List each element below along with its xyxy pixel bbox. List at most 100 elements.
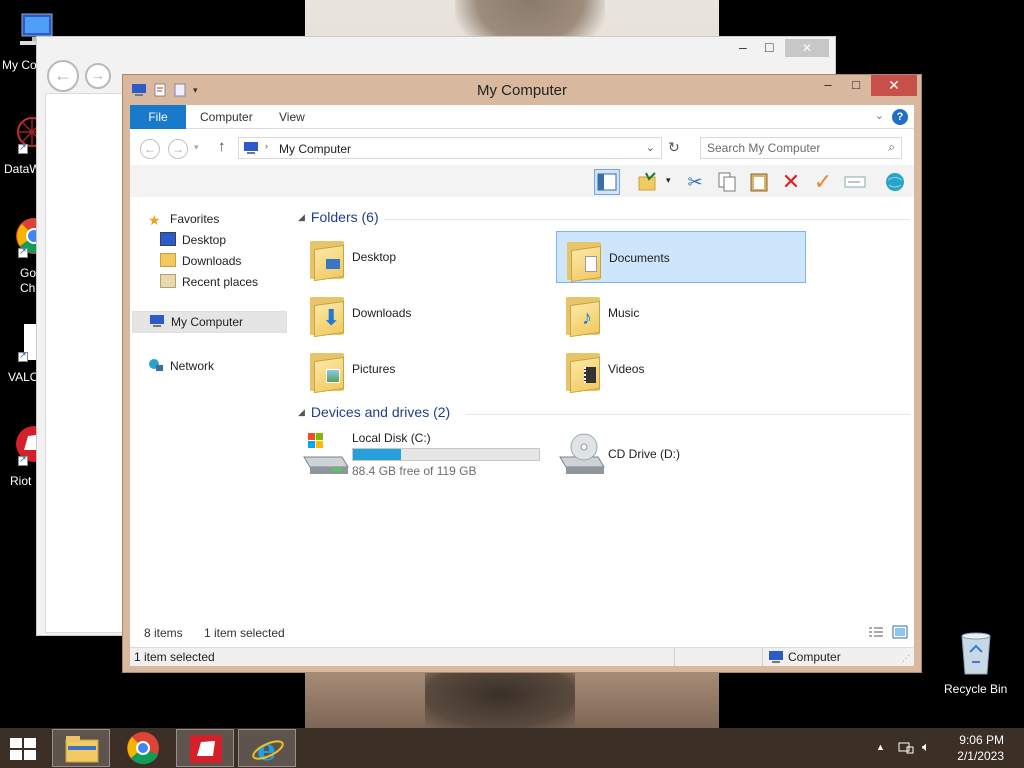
search-icon[interactable]: ⌕ [888,140,895,155]
forward-button[interactable]: → [168,139,188,159]
file-explorer-icon [65,736,99,763]
content-area: ◢ Folders (6) Desktop Documents ⬇ Downloa… [292,205,912,625]
folder-downloads[interactable]: ⬇ Downloads [300,287,550,339]
window-title: My Computer [476,82,568,99]
item-count: 8 items [144,626,183,640]
explorer-window[interactable]: ▾ My Computer – □ ✕ File Computer View ⌄… [122,74,922,673]
desktop-icon-recycle-bin[interactable]: Recycle Bin [944,630,1014,700]
collapse-icon[interactable]: ◢ [298,407,305,417]
folder-icon: ♪ [566,293,600,338]
preview-pane-icon[interactable] [594,169,620,195]
select-folder-icon[interactable] [634,169,660,195]
sidebar-item-downloads[interactable]: Downloads [160,251,241,271]
close-button[interactable]: ✕ [871,75,917,96]
status-bar-selection: 1 item selected [134,650,215,664]
breadcrumb-separator-icon[interactable]: › [265,141,268,151]
folders-group-header[interactable]: ◢ Folders (6) [298,209,379,229]
details-view-icon[interactable] [868,625,884,642]
tab-computer[interactable]: Computer [200,105,253,129]
ribbon-expand-icon[interactable]: ⌄ [875,109,884,122]
refresh-icon[interactable]: ↻ [668,139,680,156]
taskbar-riot-client[interactable] [176,729,234,767]
globe-icon[interactable] [882,169,908,195]
folder-music[interactable]: ♪ Music [556,287,806,339]
desktop-icon-label: Recycle Bin [944,682,1008,696]
search-box[interactable]: ⌕ [700,137,902,159]
maximize-icon[interactable]: □ [765,39,773,55]
taskbar-internet-explorer[interactable]: e [238,729,296,767]
dropdown-icon[interactable]: ▾ [666,175,671,186]
desktop-icon-label: My Co [2,58,37,72]
sidebar-item-recent-places[interactable]: Recent places [160,272,258,292]
rename-icon[interactable] [842,169,868,195]
minimize-button[interactable]: – [813,75,843,96]
folder-videos[interactable]: Videos [556,343,806,395]
drive-c-free-space: 88.4 GB free of 119 GB [352,464,477,478]
maximize-button[interactable]: □ [841,75,871,96]
shortcut-arrow-icon [18,246,28,258]
back-button[interactable]: ← [140,139,160,159]
folder-icon [310,237,344,282]
drive-c[interactable]: Local Disk (C:) 88.4 GB free of 119 GB [300,429,550,479]
delete-icon[interactable]: ✕ [778,169,804,195]
checkmark-icon[interactable]: ✓ [810,169,836,195]
tab-file[interactable]: File [130,105,186,129]
svg-text:e: e [257,733,276,766]
tab-view[interactable]: View [279,105,305,129]
sidebar-item-network[interactable]: Network [148,356,214,376]
downloads-icon [160,253,176,267]
download-arrow-icon: ⬇ [322,305,341,330]
help-icon[interactable]: ? [892,109,908,125]
riot-icon [190,735,222,763]
resize-grip-icon[interactable]: ⋰ [902,654,910,663]
window-client: File Computer View ⌄ ? ← → ▾ ↑ › My Comp… [130,105,914,666]
back-arrow-icon[interactable]: ← [47,60,79,92]
taskbar-chrome[interactable] [114,729,172,767]
desktop-icon-label: VALO [8,370,40,384]
navigation-pane: ★ Favorites Desktop Downloads Recent plac… [130,205,290,625]
recycle-bin-icon [961,632,991,675]
drive-c-usage-bar [352,448,540,461]
sidebar-item-desktop[interactable]: Desktop [160,230,226,250]
browser-content [45,93,125,633]
shortcut-arrow-icon [18,350,28,362]
drive-c-label: Local Disk (C:) [352,431,431,445]
status-divider [762,648,763,666]
folder-documents[interactable]: Documents [556,231,806,283]
selection-count: 1 item selected [204,626,285,640]
cd-drive-icon [559,433,605,474]
search-input[interactable] [707,139,877,157]
address-dropdown-icon[interactable]: ⌄ [646,141,655,154]
show-hidden-icons-icon[interactable]: ▲ [876,742,885,752]
recent-locations-icon[interactable]: ▾ [194,142,199,153]
address-row: ← → ▾ ↑ › My Computer ⌄ ↻ ⌕ [130,133,914,163]
paste-icon[interactable] [746,169,772,195]
taskbar-file-explorer[interactable] [52,729,110,767]
taskbar-clock[interactable]: 9:06 PM 2/1/2023 [957,732,1004,764]
collapse-icon[interactable]: ◢ [298,212,305,222]
sidebar-item-favorites[interactable]: ★ Favorites [148,209,219,229]
drive-c-usage-fill [353,449,402,460]
devices-group-header[interactable]: ◢ Devices and drives (2) [298,404,450,424]
forward-arrow-icon[interactable]: → [85,63,111,89]
minimize-icon[interactable]: – [739,39,747,55]
folder-desktop[interactable]: Desktop [300,231,550,283]
title-bar[interactable]: ▾ My Computer – □ ✕ [123,75,921,105]
address-bar[interactable]: › My Computer ⌄ [238,137,662,159]
clock-time: 9:06 PM [959,733,1004,747]
address-path: My Computer [279,142,352,156]
copy-icon[interactable] [714,169,740,195]
volume-icon[interactable]: 🔈︎ [922,739,930,755]
start-button-windows-icon[interactable] [8,736,38,762]
large-icons-view-icon[interactable] [892,625,908,642]
chrome-icon [127,732,159,765]
close-icon[interactable]: ✕ [785,39,829,57]
sidebar-item-my-computer[interactable]: My Computer [132,311,287,333]
music-note-icon: ♪ [582,307,592,329]
network-status-icon[interactable] [898,740,914,757]
folder-pictures[interactable]: Pictures [300,343,550,395]
drive-d[interactable]: CD Drive (D:) [556,429,806,479]
recent-places-icon [160,274,176,288]
cut-icon[interactable]: ✂ [682,169,708,195]
up-arrow-icon[interactable]: ↑ [218,138,226,155]
